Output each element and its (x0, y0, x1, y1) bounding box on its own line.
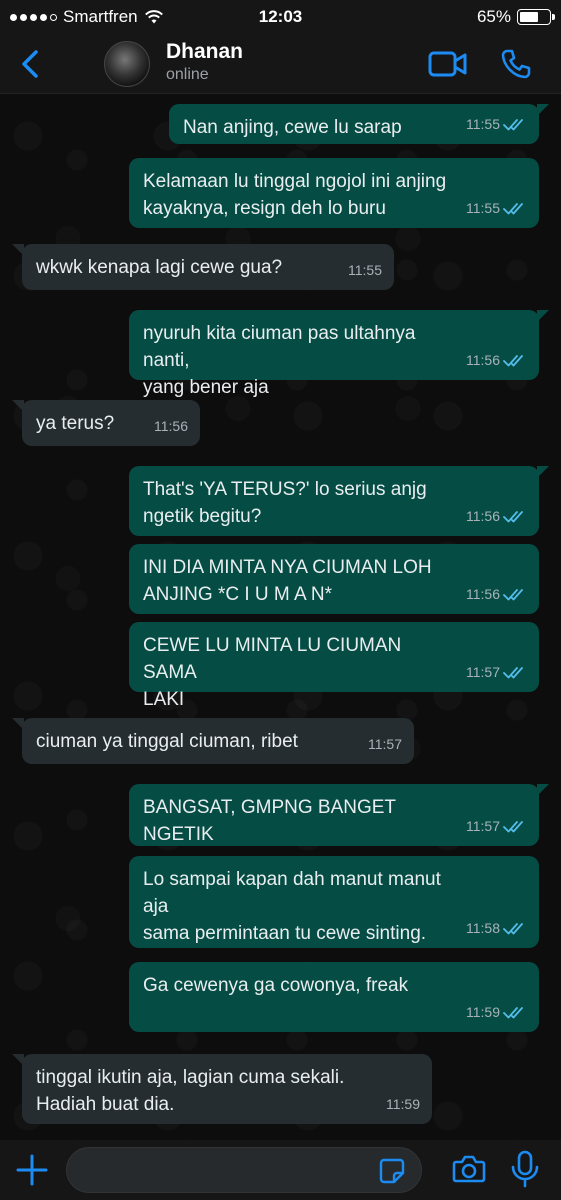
message-time: 11:57 (466, 818, 500, 834)
sticker-icon[interactable] (379, 1158, 405, 1184)
read-receipt-icon (503, 666, 523, 678)
video-call-button[interactable] (428, 46, 468, 82)
read-receipt-icon (503, 922, 523, 934)
outgoing-message[interactable]: CEWE LU MINTA LU CIUMAN SAMA LAKI 11:57 (129, 622, 539, 710)
camera-icon[interactable] (452, 1154, 486, 1184)
message-meta: 11:59 (386, 1091, 420, 1118)
outgoing-message[interactable]: nyuruh kita ciuman pas ultahnya nanti, y… (129, 310, 549, 398)
message-meta: 11:55 (466, 111, 529, 138)
message-time: 11:57 (466, 664, 500, 680)
message-meta: 11:55 (466, 195, 529, 222)
chat-header: Dhanan online (0, 34, 561, 94)
outgoing-message[interactable]: Ga cewenya ga cowonya, freak 11:59 (129, 962, 539, 1032)
message-time: 11:57 (368, 736, 402, 752)
battery-percent: 65% (476, 7, 511, 26)
incoming-message[interactable]: ya terus? 11:56 (12, 400, 200, 446)
back-button[interactable] (0, 34, 60, 94)
message-input-field[interactable] (66, 1147, 422, 1193)
message-time: 11:56 (466, 352, 500, 368)
message-meta: 11:56 (154, 413, 188, 440)
carrier-name: Smartfren (63, 7, 138, 26)
read-receipt-icon (503, 118, 523, 130)
message-time: 11:59 (386, 1096, 420, 1112)
outgoing-message[interactable]: Kelamaan lu tinggal ngojol ini anjing ka… (129, 158, 539, 228)
contact-status: online (166, 66, 209, 83)
outgoing-message[interactable]: Nan anjing, cewe lu sarap 11:55 (169, 104, 549, 144)
read-receipt-icon (503, 588, 523, 600)
voice-call-button[interactable] (496, 46, 536, 82)
message-text: tinggal ikutin aja, lagian cuma sekali. … (36, 1067, 345, 1115)
message-meta: 11:55 (348, 257, 382, 284)
contact-info[interactable]: Dhanan online (166, 40, 243, 84)
read-receipt-icon (503, 1006, 523, 1018)
message-time: 11:55 (348, 262, 382, 278)
message-input[interactable] (67, 1148, 367, 1192)
read-receipt-icon (503, 202, 523, 214)
message-text: ciuman ya tinggal ciuman, ribet (36, 731, 298, 752)
message-meta: 11:57 (368, 731, 402, 758)
contact-name: Dhanan (166, 40, 244, 63)
signal-strength-icon (10, 13, 57, 21)
video-call-icon (428, 51, 467, 77)
message-time: 11:55 (466, 116, 500, 132)
message-meta: 11:56 (466, 503, 529, 530)
read-receipt-icon (503, 820, 523, 832)
message-time: 11:55 (466, 200, 500, 216)
outgoing-message[interactable]: BANGSAT, GMPNG BANGET NGETIK 11:57 (129, 784, 549, 846)
message-meta: 11:59 (466, 999, 529, 1026)
message-list[interactable]: Nan anjing, cewe lu sarap 11:55 Kelamaan l… (0, 94, 561, 1140)
incoming-message[interactable]: ciuman ya tinggal ciuman, ribet 11:57 (12, 718, 414, 764)
message-time: 11:56 (154, 418, 188, 434)
outgoing-message[interactable]: INI DIA MINTA NYA CIUMAN LOH ANJING *C I… (129, 544, 539, 614)
microphone-icon[interactable] (510, 1150, 540, 1188)
wifi-icon (144, 10, 163, 24)
outgoing-message[interactable]: Lo sampai kapan dah manut manut aja sama… (129, 856, 539, 948)
message-meta: 11:57 (466, 659, 529, 686)
message-time: 11:58 (466, 920, 500, 936)
avatar[interactable] (104, 40, 150, 87)
message-meta: 11:56 (466, 347, 529, 374)
outgoing-message[interactable]: That's 'YA TERUS?' lo serius anjg ngetik… (129, 466, 549, 536)
incoming-message[interactable]: tinggal ikutin aja, lagian cuma sekali. … (12, 1054, 432, 1124)
read-receipt-icon (503, 510, 523, 522)
message-time: 11:56 (466, 586, 500, 602)
plus-icon[interactable] (14, 1152, 50, 1188)
message-meta: 11:58 (466, 915, 529, 942)
chevron-left-icon (22, 49, 38, 78)
read-receipt-icon (503, 354, 523, 366)
battery-icon (517, 9, 555, 25)
message-text: Ga cewenya ga cowonya, freak (143, 975, 409, 996)
phone-icon (501, 49, 531, 79)
status-bar: Smartfren 12:03 65% (0, 0, 561, 34)
message-text: wkwk kenapa lagi cewe gua? (36, 257, 283, 278)
incoming-message[interactable]: wkwk kenapa lagi cewe gua? 11:55 (12, 244, 394, 290)
message-time: 11:59 (466, 1004, 500, 1020)
input-bar (0, 1140, 561, 1200)
message-time: 11:56 (466, 508, 500, 524)
message-meta: 11:56 (466, 581, 529, 608)
message-meta: 11:57 (466, 813, 529, 840)
